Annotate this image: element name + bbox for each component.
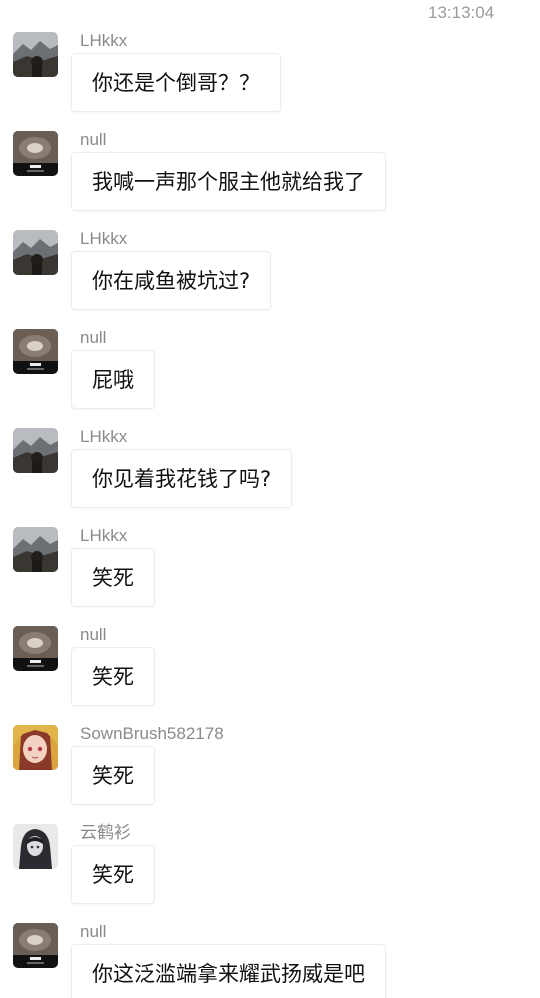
message-bubble[interactable]: 你还是个倒哥？？ [71,53,281,112]
chat-message: null 屁哦 [0,328,540,428]
chat-message: null 笑死 [0,625,540,725]
sender-name: null [80,130,107,149]
sender-name: SownBrush582178 [80,724,224,743]
anime-girl-avatar-icon[interactable] [13,725,58,770]
message-bubble[interactable]: 你在咸鱼被坑过? [71,251,272,310]
chat-message: SownBrush582178 笑死 [0,724,540,824]
chat-message: LHkkx 你在咸鱼被坑过? [0,229,540,329]
sender-name: LHkkx [80,427,128,446]
mountain-avatar-icon[interactable] [13,428,58,473]
message-bubble[interactable]: 屁哦 [71,350,155,409]
chat-message: 云鹤衫 笑死 [0,823,540,923]
message-bubble[interactable]: 笑死 [71,548,155,607]
sender-name: 云鹤衫 [80,823,131,842]
sender-name: LHkkx [80,526,128,545]
sender-name: null [80,328,107,347]
chat-window: 13:13:04 LHkkx 你还是个倒哥？？ null 我喊一声那个服主他就给… [0,0,540,998]
mountain-avatar-icon[interactable] [13,527,58,572]
chat-message: LHkkx 笑死 [0,526,540,626]
message-bubble[interactable]: 你这泛滥端拿来耀武扬威是吧 [71,944,386,998]
chat-message: LHkkx 你见着我花钱了吗? [0,427,540,527]
mountain-avatar-icon[interactable] [13,32,58,77]
chat-message: null 我喊一声那个服主他就给我了 [0,130,540,230]
sender-name: LHkkx [80,31,128,50]
message-bubble[interactable]: 笑死 [71,845,155,904]
message-timestamp: 13:13:04 [428,3,495,22]
hooded-figure-avatar-icon[interactable] [13,824,58,869]
stone-ring-avatar-icon[interactable] [13,626,58,671]
stone-ring-avatar-icon[interactable] [13,329,58,374]
message-bubble[interactable]: 笑死 [71,647,155,706]
sender-name: null [80,922,107,941]
stone-ring-avatar-icon[interactable] [13,131,58,176]
message-bubble[interactable]: 笑死 [71,746,155,805]
message-bubble[interactable]: 你见着我花钱了吗? [71,449,293,508]
stone-ring-avatar-icon[interactable] [13,923,58,968]
sender-name: LHkkx [80,229,128,248]
sender-name: null [80,625,107,644]
chat-message: LHkkx 你还是个倒哥？？ [0,31,540,131]
chat-message: null 你这泛滥端拿来耀武扬威是吧 [0,922,540,998]
message-bubble[interactable]: 我喊一声那个服主他就给我了 [71,152,386,211]
mountain-avatar-icon[interactable] [13,230,58,275]
